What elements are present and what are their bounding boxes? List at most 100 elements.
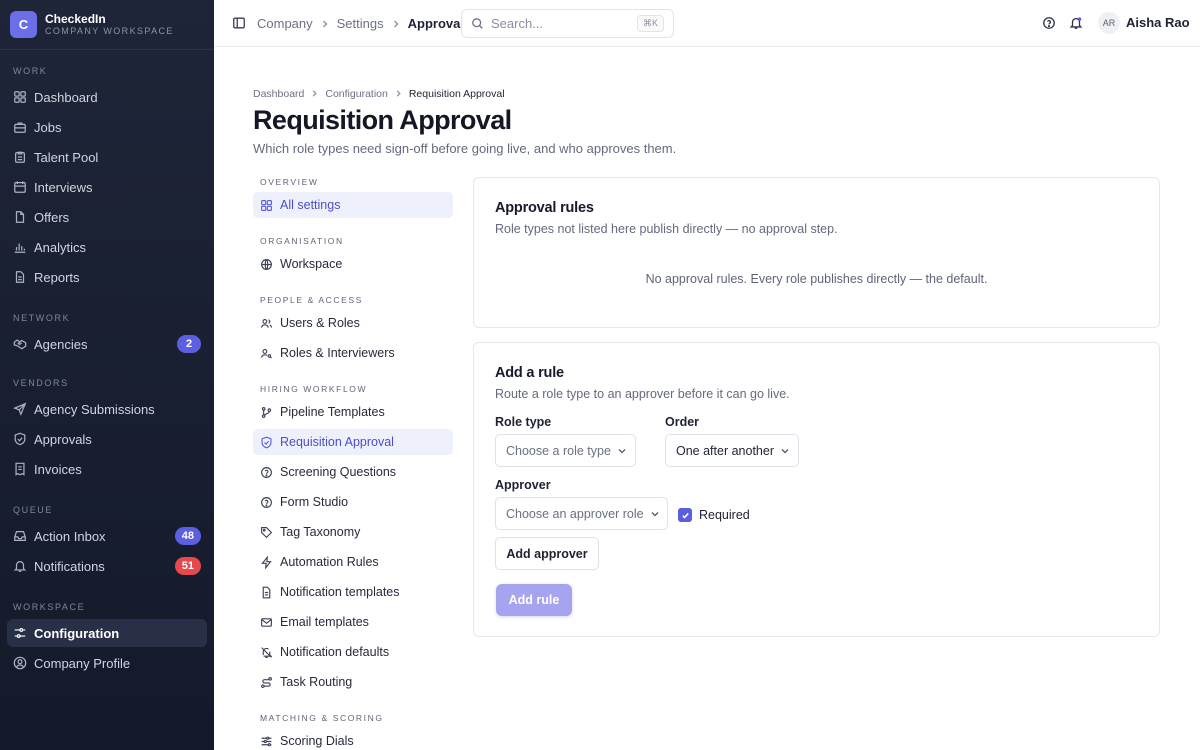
settings-item-tag-taxonomy[interactable]: Tag Taxonomy [253, 519, 453, 545]
role-type-placeholder: Choose a role type [506, 443, 611, 458]
sidebar-item-label: Jobs [34, 119, 62, 135]
settings-item-form-studio[interactable]: Form Studio [253, 489, 453, 515]
settings-item-roles-interviewers[interactable]: Roles & Interviewers [253, 340, 453, 366]
approval-rules-title: Approval rules [495, 200, 594, 216]
grid-icon [13, 90, 27, 104]
sidebar-item-interviews[interactable]: Interviews [7, 173, 207, 201]
help-circle-icon[interactable] [1042, 16, 1056, 30]
sidebar-item-invoices[interactable]: Invoices [7, 455, 207, 483]
breadcrumb-company[interactable]: Company [257, 16, 313, 31]
settings-item-screening-questions[interactable]: Screening Questions [253, 459, 453, 485]
sidebar-section-vendors: VENDORS [13, 378, 69, 388]
settings-item-notification-templates[interactable]: Notification templates [253, 579, 453, 605]
user-name[interactable]: Aisha Rao [1126, 15, 1190, 30]
sidebar-item-label: Agencies [34, 336, 88, 352]
role-type-select[interactable]: Choose a role type [495, 434, 636, 467]
breadcrumb-settings[interactable]: Settings [337, 16, 384, 31]
settings-item-all-settings[interactable]: All settings [253, 192, 453, 218]
sidebar-item-label: Action Inbox [34, 528, 106, 544]
sidebar-item-company-profile[interactable]: Company Profile [7, 649, 207, 677]
approver-placeholder: Choose an approver role [506, 506, 644, 521]
sidebar-item-analytics[interactable]: Analytics [7, 233, 207, 261]
bell-icon [13, 559, 27, 573]
brand-name: CheckedIn [45, 12, 106, 26]
page-breadcrumb-dashboard[interactable]: Dashboard [253, 88, 304, 100]
sidebar: C CheckedIn COMPANY WORKSPACE WORK Dashb… [0, 0, 214, 750]
receipt-icon [13, 462, 27, 476]
settings-item-pipeline-templates[interactable]: Pipeline Templates [253, 399, 453, 425]
mail-icon [260, 616, 273, 629]
order-label: Order [665, 415, 700, 429]
order-value: One after another [676, 443, 774, 458]
sidebar-item-label: Dashboard [34, 89, 98, 105]
sidebar-item-label: Notifications [34, 558, 105, 574]
settings-item-label: Users & Roles [280, 316, 360, 330]
add-approver-button[interactable]: Add approver [495, 537, 599, 570]
avatar[interactable]: AR [1098, 12, 1120, 34]
sidebar-section-network: NETWORK [13, 313, 71, 323]
settings-item-label: Form Studio [280, 495, 349, 509]
settings-item-email-templates[interactable]: Email templates [253, 609, 453, 635]
settings-item-label: Workspace [280, 257, 343, 271]
bell-off-icon [260, 646, 273, 659]
sidebar-item-label: Agency Submissions [34, 401, 155, 417]
add-rule-button[interactable]: Add rule [496, 584, 572, 616]
sidebar-item-reports[interactable]: Reports [7, 263, 207, 291]
settings-item-label: Automation Rules [280, 555, 379, 569]
settings-item-scoring-dials[interactable]: Scoring Dials [253, 728, 453, 750]
settings-item-label: Tag Taxonomy [280, 525, 361, 539]
sidebar-item-label: Company Profile [34, 655, 131, 671]
briefcase-icon [13, 120, 27, 134]
sidebar-section-workspace: WORKSPACE [13, 602, 86, 612]
sidebar-item-configuration[interactable]: Configuration [7, 619, 207, 647]
settings-item-label: Notification templates [280, 585, 400, 599]
sliders-icon [13, 626, 27, 640]
sidebar-item-talent-pool[interactable]: Talent Pool [7, 143, 207, 171]
user-circle-icon [13, 656, 27, 670]
sidebar-toggle-icon[interactable] [232, 16, 246, 30]
report-icon [13, 270, 27, 284]
required-checkbox[interactable]: Required [678, 508, 750, 522]
document-icon [13, 210, 27, 224]
bell-icon[interactable] [1069, 16, 1083, 30]
file-text-icon [260, 586, 273, 599]
approver-select[interactable]: Choose an approver role [495, 497, 668, 530]
sidebar-item-agencies[interactable]: Agencies 2 [7, 330, 207, 358]
settings-item-workspace[interactable]: Workspace [253, 251, 453, 277]
settings-item-notification-defaults[interactable]: Notification defaults [253, 639, 453, 665]
approval-rules-subtitle: Role types not listed here publish direc… [495, 222, 838, 236]
tag-icon [260, 526, 273, 539]
page-title: Requisition Approval [253, 105, 512, 135]
brand[interactable]: C CheckedIn COMPANY WORKSPACE [0, 0, 214, 50]
sidebar-item-offers[interactable]: Offers [7, 203, 207, 231]
approval-rules-empty-state: No approval rules. Every role publishes … [645, 272, 988, 286]
search-shortcut: ⌘K [636, 15, 664, 32]
settings-section-organisation: ORGANISATION [260, 236, 344, 246]
bolt-icon [260, 555, 273, 569]
calendar-icon [13, 180, 27, 194]
settings-item-label: Email templates [280, 615, 369, 629]
chevron-right-icon [320, 19, 330, 29]
sidebar-item-jobs[interactable]: Jobs [7, 113, 207, 141]
settings-section-hiring-workflow: HIRING WORKFLOW [260, 384, 368, 394]
sidebar-item-agency-submissions[interactable]: Agency Submissions [7, 395, 207, 423]
sidebar-item-label: Offers [34, 209, 70, 225]
sidebar-item-label: Interviews [34, 179, 93, 195]
settings-item-label: All settings [280, 198, 341, 212]
page-breadcrumb-configuration[interactable]: Configuration [325, 88, 387, 100]
sidebar-item-action-inbox[interactable]: Action Inbox 48 [7, 522, 207, 550]
settings-item-label: Screening Questions [280, 465, 397, 479]
search-input[interactable]: Search... ⌘K [461, 9, 674, 38]
clipboard-icon [13, 150, 27, 164]
sidebar-item-label: Invoices [34, 461, 82, 477]
settings-item-task-routing[interactable]: Task Routing [253, 669, 453, 695]
settings-item-automation-rules[interactable]: Automation Rules [253, 549, 453, 575]
order-select[interactable]: One after another [665, 434, 799, 467]
branch-icon [260, 406, 273, 419]
sidebar-item-approvals[interactable]: Approvals [7, 425, 207, 453]
sidebar-item-notifications[interactable]: Notifications 51 [7, 552, 207, 580]
settings-item-label: Roles & Interviewers [280, 346, 395, 360]
settings-item-requisition-approval[interactable]: Requisition Approval [253, 429, 453, 455]
settings-item-users-roles[interactable]: Users & Roles [253, 310, 453, 336]
sidebar-item-dashboard[interactable]: Dashboard [7, 83, 207, 111]
